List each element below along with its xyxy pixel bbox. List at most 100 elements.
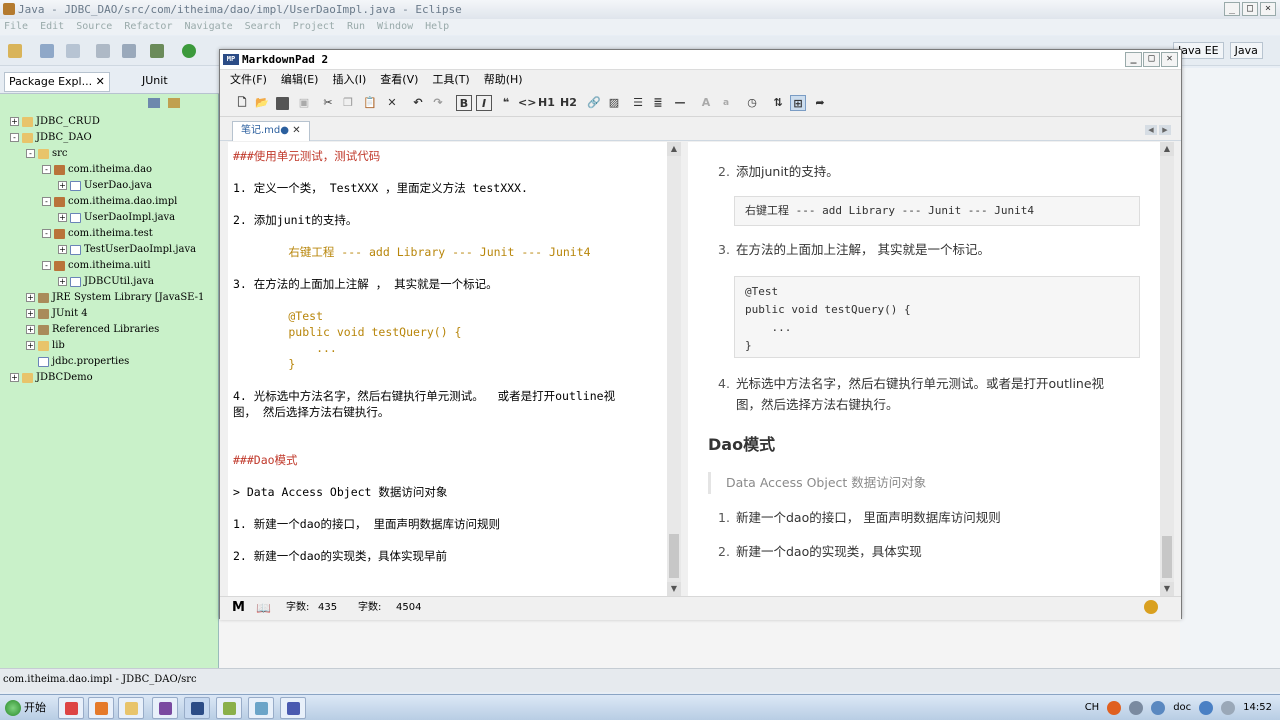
tree-item[interactable]: + TestUserDaoImpl.java xyxy=(58,242,196,258)
print-icon[interactable] xyxy=(96,44,110,58)
heading1-button[interactable]: H1 xyxy=(538,95,555,111)
save-all-icon[interactable] xyxy=(66,44,80,58)
menu-source[interactable]: Source xyxy=(76,19,112,35)
bold-button[interactable]: B xyxy=(456,95,472,111)
quote-button[interactable]: ❝ xyxy=(498,95,514,111)
tab-prev-icon[interactable]: ◀ xyxy=(1145,125,1157,135)
expand-toggle-icon[interactable]: + xyxy=(26,309,35,318)
explorer-task[interactable] xyxy=(118,697,144,719)
open-folder-icon[interactable]: 📂 xyxy=(254,95,270,111)
code-button[interactable]: <> xyxy=(518,95,536,111)
tool-task[interactable] xyxy=(248,697,274,719)
ime-icon[interactable] xyxy=(1107,701,1122,715)
link-icon[interactable]: 🔗 xyxy=(586,95,602,111)
italic-button[interactable]: I xyxy=(476,95,492,111)
markdownpad-task[interactable] xyxy=(184,697,210,719)
menu-refactor[interactable]: Refactor xyxy=(124,19,172,35)
bullet-list-icon[interactable]: ☰ xyxy=(630,95,646,111)
scroll-up-icon[interactable]: ▲ xyxy=(667,142,681,156)
new-document-icon[interactable]: 🗋 xyxy=(234,95,250,111)
tree-item[interactable]: + UserDao.java xyxy=(58,178,152,194)
media-task[interactable] xyxy=(280,697,306,719)
maximize-button[interactable]: □ xyxy=(1143,52,1160,67)
expand-toggle-icon[interactable]: + xyxy=(26,341,35,350)
tree-item[interactable]: + UserDaoImpl.java xyxy=(58,210,175,226)
toggle-icon[interactable] xyxy=(122,44,136,58)
expand-toggle-icon[interactable]: + xyxy=(58,245,67,254)
font-larger-button[interactable]: A xyxy=(698,95,714,111)
expand-toggle-icon[interactable]: + xyxy=(58,277,67,286)
tree-item[interactable]: - src xyxy=(26,146,68,162)
menu-edit[interactable]: Edit xyxy=(40,19,64,35)
markdown-mode-icon[interactable]: M xyxy=(232,597,245,619)
save-all-icon[interactable]: ▣ xyxy=(296,95,312,111)
minimize-button[interactable]: _ xyxy=(1224,2,1240,16)
tree-item[interactable]: + JUnit 4 xyxy=(26,306,88,322)
tab-package-explorer[interactable]: Package Expl... ✕ xyxy=(4,72,110,92)
tray-doc-label[interactable]: doc xyxy=(1173,697,1191,719)
delete-icon[interactable]: ✕ xyxy=(384,95,400,111)
paste-icon[interactable]: 📋 xyxy=(362,95,378,111)
scroll-thumb[interactable] xyxy=(669,534,679,578)
live-preview-icon[interactable]: ⊞ xyxy=(790,95,806,111)
expand-toggle-icon[interactable]: + xyxy=(26,325,35,334)
scroll-thumb[interactable] xyxy=(1162,536,1172,578)
app-task[interactable] xyxy=(88,697,114,719)
tray-icon[interactable] xyxy=(1151,701,1166,715)
tree-item[interactable]: jdbc.properties xyxy=(26,354,129,370)
tree-item[interactable]: + JDBCUtil.java xyxy=(58,274,154,290)
expand-toggle-icon[interactable]: - xyxy=(26,149,35,158)
volume-icon[interactable] xyxy=(1221,701,1236,715)
tab-next-icon[interactable]: ▶ xyxy=(1159,125,1171,135)
expand-toggle-icon[interactable]: - xyxy=(10,133,19,142)
tree-item[interactable]: + JDBCDemo xyxy=(10,370,93,386)
menu-project[interactable]: Project xyxy=(293,19,335,35)
preview-scrollbar[interactable]: ▲ ▼ xyxy=(1160,142,1174,596)
expand-toggle-icon[interactable]: + xyxy=(58,181,67,190)
editor-scrollbar[interactable]: ▲ ▼ xyxy=(667,142,681,596)
timestamp-icon[interactable]: ◷ xyxy=(744,95,760,111)
expand-toggle-icon[interactable]: + xyxy=(26,293,35,302)
tree-item[interactable]: - com.itheima.uitl xyxy=(42,258,151,274)
save-icon[interactable] xyxy=(40,44,54,58)
image-icon[interactable]: ▨ xyxy=(606,95,622,111)
expand-toggle-icon[interactable]: - xyxy=(42,229,51,238)
expand-toggle-icon[interactable]: - xyxy=(42,165,51,174)
close-button[interactable]: ✕ xyxy=(1161,52,1178,67)
redo-icon[interactable]: ↷ xyxy=(430,95,446,111)
settings-gear-icon[interactable] xyxy=(1144,600,1158,614)
menu-window[interactable]: Window xyxy=(377,19,413,35)
menu-tools[interactable]: 工具(T) xyxy=(428,70,473,89)
close-button[interactable]: × xyxy=(1260,2,1276,16)
expand-toggle-icon[interactable]: - xyxy=(42,197,51,206)
menu-insert[interactable]: 插入(I) xyxy=(328,70,370,89)
export-icon[interactable]: ➦ xyxy=(812,95,828,111)
tree-item[interactable]: + JDBC_CRUD xyxy=(10,114,100,130)
cut-icon[interactable]: ✂ xyxy=(320,95,336,111)
book-icon[interactable]: 📖 xyxy=(256,597,271,619)
debug-icon[interactable] xyxy=(150,44,164,58)
notepad-task[interactable] xyxy=(216,697,242,719)
expand-toggle-icon[interactable]: - xyxy=(42,261,51,270)
menu-run[interactable]: Run xyxy=(347,19,365,35)
sync-scroll-icon[interactable]: ⇅ xyxy=(770,95,786,111)
font-smaller-button[interactable]: a xyxy=(718,95,734,111)
tree-item[interactable]: - JDBC_DAO xyxy=(10,130,92,146)
network-icon[interactable] xyxy=(1199,701,1214,715)
close-tab-icon[interactable]: ✕ xyxy=(292,125,300,136)
tree-item[interactable]: + JRE System Library [JavaSE-1 xyxy=(26,290,204,306)
minimize-button[interactable]: _ xyxy=(1125,52,1142,67)
maximize-button[interactable]: □ xyxy=(1242,2,1258,16)
chrome-task[interactable] xyxy=(58,697,84,719)
menu-help[interactable]: Help xyxy=(425,19,449,35)
scroll-down-icon[interactable]: ▼ xyxy=(667,582,681,596)
tree-item[interactable]: - com.itheima.dao.impl xyxy=(42,194,177,210)
heading2-button[interactable]: H2 xyxy=(560,95,577,111)
menu-navigate[interactable]: Navigate xyxy=(184,19,232,35)
new-icon[interactable] xyxy=(8,44,22,58)
start-button[interactable]: 开始 xyxy=(2,698,52,718)
scroll-up-icon[interactable]: ▲ xyxy=(1160,142,1174,156)
menu-file[interactable]: File xyxy=(4,19,28,35)
numbered-list-icon[interactable]: ≣ xyxy=(650,95,666,111)
save-icon[interactable] xyxy=(276,97,289,110)
